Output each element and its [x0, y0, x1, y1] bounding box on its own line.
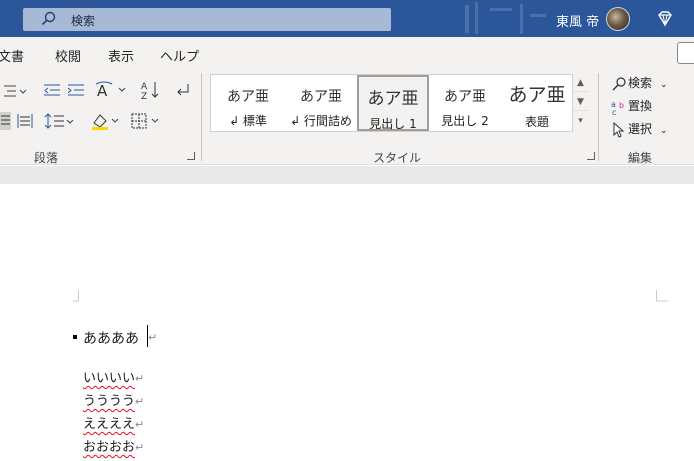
line-text: いいいい [83, 371, 136, 386]
line-text: おおおお [83, 440, 136, 455]
svg-text:b: b [619, 101, 624, 110]
svg-text:A: A [97, 82, 108, 100]
distributed-icon[interactable] [16, 112, 34, 130]
style-name: 表題 [524, 115, 549, 129]
line-text: うううう [83, 394, 136, 409]
replace-button[interactable]: a b c 置換 [610, 97, 652, 115]
style-sample: あア亜 [300, 89, 342, 105]
find-button[interactable]: 検索 ⌄ [610, 74, 668, 91]
style-heading-2[interactable]: あア亜 見出し 2 [429, 75, 501, 131]
paragraph-group-label: 段落 [34, 151, 59, 165]
style-normal[interactable]: あア亜 ↲ 標準 [211, 75, 285, 131]
replace-label: 置換 [628, 99, 653, 113]
style-gallery: あア亜 ↲ 標準 あア亜 ↲ 行間詰め あア亜 見出し 1 あア亜 見出し 2 … [210, 74, 588, 132]
style-sample: あア亜 [227, 89, 269, 105]
body-paragraph[interactable]: ええええ↵ [83, 413, 144, 432]
asian-layout-icon[interactable]: A [95, 80, 129, 100]
styles-dialog-launcher[interactable] [587, 152, 595, 160]
style-sample: あア亜 [367, 89, 419, 109]
heading-bullet [73, 335, 77, 339]
decrease-indent-icon[interactable] [42, 82, 62, 100]
body-paragraph[interactable]: いいいい↵ [83, 367, 144, 386]
increase-indent-icon[interactable] [66, 82, 86, 100]
paragraph-dialog-launcher[interactable] [187, 152, 195, 160]
group-separator [201, 73, 202, 161]
paragraph-mark: ↵ [135, 372, 145, 385]
select-cursor-icon [613, 121, 625, 138]
find-icon [612, 76, 626, 90]
user-name[interactable]: 東風 帝 [556, 11, 599, 30]
body-paragraph[interactable]: おおおお↵ [83, 436, 144, 455]
svg-text:A: A [141, 82, 148, 92]
gallery-scroll-up-icon[interactable]: ▲ [573, 74, 588, 92]
justify-icon[interactable] [0, 112, 12, 130]
avatar[interactable] [606, 7, 630, 31]
styles-group-label: スタイル [373, 151, 422, 165]
select-button[interactable]: 選択 ⌄ [610, 120, 668, 138]
select-label: 選択 [628, 122, 653, 136]
style-name: 見出し 2 [441, 114, 489, 128]
chevron-down-icon: ⌄ [660, 126, 668, 136]
paragraph-mark: ↵ [148, 331, 158, 344]
background-decoration [465, 2, 546, 34]
line-text: ええええ [83, 417, 136, 432]
ribbon-tab-bar: 文書 校閲 表示 ヘルプ [0, 37, 694, 69]
search-placeholder: 検索 [71, 14, 96, 28]
margin-corner-marker [73, 290, 79, 302]
style-name: ↲ 行間詰め [290, 114, 352, 128]
editing-group-label: 編集 [628, 151, 653, 165]
style-name: 見出し 1 [369, 117, 417, 131]
style-sample: あア亜 [444, 89, 486, 105]
title-bar: 検索 東風 帝 [0, 0, 694, 37]
multilevel-list-icon[interactable] [0, 82, 30, 100]
search-box[interactable]: 検索 [23, 8, 391, 31]
comment-button[interactable] [677, 42, 694, 64]
svg-text:c: c [612, 108, 616, 115]
premium-diamond-icon[interactable] [655, 9, 675, 29]
tab-view[interactable]: 表示 [108, 46, 134, 65]
borders-icon[interactable] [130, 112, 162, 130]
gallery-scroll-down-icon[interactable]: ▼ [573, 93, 588, 111]
paragraph-mark: ↵ [135, 395, 145, 408]
gallery-more-icon[interactable]: ▾ [573, 112, 588, 130]
replace-icon: a b c [611, 100, 624, 115]
style-title[interactable]: あア亜 表題 [501, 75, 573, 131]
ruler-strip [0, 166, 694, 184]
search-icon [41, 11, 56, 26]
svg-text:Z: Z [141, 92, 147, 100]
tab-review[interactable]: 校閲 [55, 46, 81, 65]
heading-text: ああああ [83, 331, 139, 347]
line-spacing-icon[interactable] [44, 112, 74, 130]
margin-corner-marker [656, 290, 668, 302]
heading-paragraph[interactable]: ああああ [83, 328, 139, 348]
sort-icon[interactable]: A Z [140, 80, 162, 100]
group-separator [598, 73, 599, 161]
tab-help[interactable]: ヘルプ [160, 46, 199, 65]
chevron-down-icon: ⌄ [660, 80, 668, 90]
style-sample: あア亜 [508, 84, 566, 106]
style-no-spacing[interactable]: あア亜 ↲ 行間詰め [285, 75, 357, 131]
gallery-scroll: ▲ ▼ ▾ [572, 74, 588, 132]
style-heading-1[interactable]: あア亜 見出し 1 [357, 75, 429, 131]
paragraph-mark: ↵ [135, 441, 145, 454]
style-name: ↲ 標準 [229, 114, 267, 128]
shading-icon[interactable] [90, 111, 122, 131]
tab-document[interactable]: 文書 [0, 46, 24, 65]
paragraph-mark: ↵ [135, 418, 145, 431]
body-paragraph[interactable]: うううう↵ [83, 390, 144, 409]
find-label: 検索 [628, 76, 653, 90]
show-formatting-marks-icon[interactable] [172, 82, 192, 100]
